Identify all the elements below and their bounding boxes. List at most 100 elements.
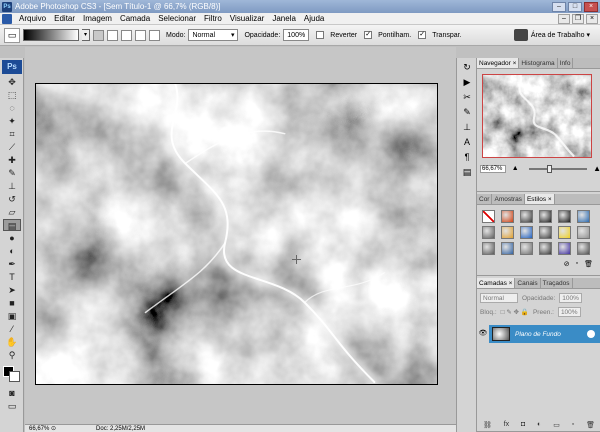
visibility-eye-icon[interactable]: 👁	[477, 325, 489, 343]
style-swatch[interactable]	[558, 226, 571, 239]
history-brush-tool-icon[interactable]: ↺	[3, 193, 21, 205]
layer-row-background[interactable]: 👁 Plano de Fundo	[477, 325, 600, 343]
menu-help[interactable]: Ajuda	[300, 14, 328, 23]
style-swatch[interactable]	[482, 210, 495, 223]
navigator-zoom-input[interactable]: 66,67%	[480, 164, 506, 173]
mode-select[interactable]: Normal ▾	[188, 29, 239, 41]
style-swatch[interactable]	[539, 226, 552, 239]
tab-color[interactable]: Cor	[477, 194, 493, 204]
crop-tool-icon[interactable]: ⌗	[3, 128, 21, 140]
maximize-button[interactable]: □	[568, 1, 582, 12]
transparency-checkbox[interactable]: ✓	[418, 31, 427, 39]
menu-image[interactable]: Imagem	[79, 14, 116, 23]
tab-navigator[interactable]: Navegador ×	[477, 58, 520, 68]
layer-opacity-input[interactable]: 100%	[559, 293, 582, 303]
fill-input[interactable]: 100%	[557, 307, 581, 317]
magic-wand-tool-icon[interactable]: ✦	[3, 115, 21, 127]
type-tool-icon[interactable]: T	[3, 271, 21, 283]
document-canvas[interactable]	[35, 83, 438, 385]
menu-file[interactable]: Arquivo	[15, 14, 50, 23]
lasso-tool-icon[interactable]: ◌	[3, 102, 21, 114]
background-color[interactable]	[9, 371, 20, 382]
style-swatch[interactable]	[520, 242, 533, 255]
gradient-tool-icon[interactable]: ▤	[3, 219, 21, 231]
diamond-gradient-button[interactable]	[149, 29, 160, 41]
layer-mask-icon[interactable]: ◘	[521, 421, 525, 429]
clone-source-icon[interactable]: ⊥	[460, 121, 474, 133]
brushes-panel-icon[interactable]: ✎	[460, 106, 474, 118]
healing-brush-tool-icon[interactable]: ✚	[3, 154, 21, 166]
style-swatch[interactable]	[577, 210, 590, 223]
status-menu-icon[interactable]: ⊙	[51, 425, 56, 432]
new-group-icon[interactable]: ▭	[553, 421, 560, 429]
style-swatch[interactable]	[558, 242, 571, 255]
blur-tool-icon[interactable]: ●	[3, 232, 21, 244]
style-swatch[interactable]	[482, 226, 495, 239]
blend-mode-select[interactable]: Normal	[480, 293, 518, 303]
style-swatch[interactable]	[577, 242, 590, 255]
workspace-menu[interactable]: Área de Trabalho ▾	[531, 31, 590, 39]
doc-minimize-button[interactable]: –	[558, 13, 570, 24]
menu-layer[interactable]: Camada	[116, 14, 154, 23]
dodge-tool-icon[interactable]: ◐	[3, 245, 21, 257]
tab-paths[interactable]: Traçados	[541, 278, 573, 288]
angle-gradient-button[interactable]	[121, 29, 132, 41]
layer-style-icon[interactable]: fx	[504, 421, 509, 429]
menu-edit[interactable]: Editar	[50, 14, 79, 23]
style-swatch[interactable]	[577, 226, 590, 239]
reflected-gradient-button[interactable]	[135, 29, 146, 41]
new-style-icon[interactable]: ▫	[576, 260, 578, 268]
tool-preset-picker[interactable]: ▭	[4, 27, 20, 43]
adjustment-layer-icon[interactable]: ◐	[537, 421, 541, 429]
style-swatch[interactable]	[539, 210, 552, 223]
zoom-tool-icon[interactable]: ⚲	[3, 349, 21, 361]
photoshop-logo[interactable]: Ps	[2, 60, 22, 74]
eyedropper-tool-icon[interactable]: ⁄	[3, 323, 21, 335]
tab-styles[interactable]: Estilos ×	[524, 194, 555, 204]
pen-tool-icon[interactable]: ✒	[3, 258, 21, 270]
move-tool-icon[interactable]: ✥	[3, 76, 21, 88]
tab-layers[interactable]: Camadas ×	[477, 278, 516, 288]
menu-filter[interactable]: Filtro	[200, 14, 226, 23]
new-layer-icon[interactable]: ▫	[572, 421, 574, 429]
delete-layer-icon[interactable]: 🗑	[586, 421, 595, 429]
navigator-zoom-slider[interactable]	[528, 164, 588, 173]
layer-comps-icon[interactable]: ▤	[460, 166, 474, 178]
document-icon[interactable]	[2, 13, 12, 24]
delete-style-icon[interactable]: 🗑	[584, 260, 593, 268]
zoom-out-icon[interactable]: ▲	[512, 165, 519, 172]
tab-info[interactable]: Info	[558, 58, 574, 68]
navigator-preview[interactable]	[482, 74, 592, 158]
marquee-tool-icon[interactable]: ⬚	[3, 89, 21, 101]
lock-icons[interactable]: □ ✎ ✥ 🔒	[501, 308, 529, 316]
actions-panel-icon[interactable]: ▶	[460, 76, 474, 88]
zoom-slider-knob[interactable]	[546, 164, 552, 173]
tab-histogram[interactable]: Histograma	[519, 58, 558, 68]
brush-tool-icon[interactable]: ✎	[3, 167, 21, 179]
style-swatch[interactable]	[558, 210, 571, 223]
tool-presets-icon[interactable]: ✂	[460, 91, 474, 103]
gradient-picker-arrow[interactable]: ▾	[82, 29, 90, 41]
hand-tool-icon[interactable]: ✋	[3, 336, 21, 348]
clone-stamp-tool-icon[interactable]: ⊥	[3, 180, 21, 192]
slice-tool-icon[interactable]: ⟋	[3, 141, 21, 153]
paragraph-panel-icon[interactable]: ¶	[460, 151, 474, 163]
tab-swatches[interactable]: Amostras	[492, 194, 525, 204]
radial-gradient-button[interactable]	[107, 29, 118, 41]
menu-window[interactable]: Janela	[268, 14, 300, 23]
style-swatch[interactable]	[501, 242, 514, 255]
linear-gradient-button[interactable]	[93, 29, 104, 41]
screen-mode-icon[interactable]: ▭	[3, 400, 21, 412]
zoom-in-icon[interactable]: ▲	[593, 164, 600, 173]
quick-mask-icon[interactable]: ◙	[3, 387, 21, 399]
opacity-input[interactable]: 100%	[283, 29, 310, 41]
style-swatch[interactable]	[501, 226, 514, 239]
style-swatch[interactable]	[501, 210, 514, 223]
style-swatch[interactable]	[520, 210, 533, 223]
notes-tool-icon[interactable]: ▣	[3, 310, 21, 322]
tab-channels[interactable]: Canais	[515, 278, 541, 288]
link-layers-icon[interactable]: ⛓	[483, 421, 492, 429]
workspace-icon[interactable]	[513, 29, 528, 41]
style-swatch[interactable]	[520, 226, 533, 239]
style-swatch[interactable]	[539, 242, 552, 255]
